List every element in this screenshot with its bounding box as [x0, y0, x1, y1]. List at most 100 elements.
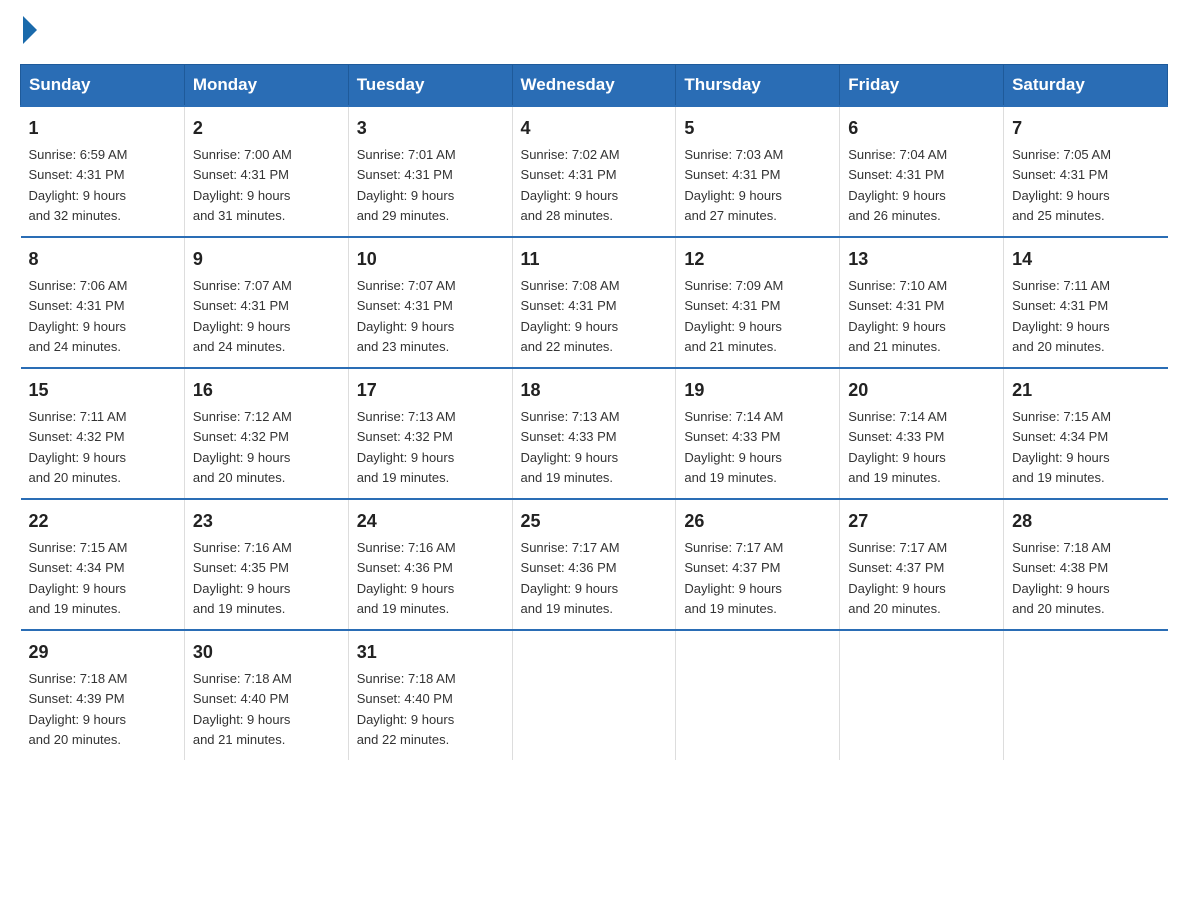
- day-number: 8: [29, 246, 176, 273]
- day-info: Sunrise: 7:07 AMSunset: 4:31 PMDaylight:…: [357, 278, 456, 354]
- calendar-cell: 7 Sunrise: 7:05 AMSunset: 4:31 PMDayligh…: [1004, 106, 1168, 237]
- calendar-cell: 3 Sunrise: 7:01 AMSunset: 4:31 PMDayligh…: [348, 106, 512, 237]
- calendar-cell: 17 Sunrise: 7:13 AMSunset: 4:32 PMDaylig…: [348, 368, 512, 499]
- calendar-header-row: SundayMondayTuesdayWednesdayThursdayFrid…: [21, 65, 1168, 107]
- calendar-cell: 27 Sunrise: 7:17 AMSunset: 4:37 PMDaylig…: [840, 499, 1004, 630]
- day-number: 11: [521, 246, 668, 273]
- day-number: 15: [29, 377, 176, 404]
- calendar-cell: 20 Sunrise: 7:14 AMSunset: 4:33 PMDaylig…: [840, 368, 1004, 499]
- calendar-cell: 19 Sunrise: 7:14 AMSunset: 4:33 PMDaylig…: [676, 368, 840, 499]
- header-tuesday: Tuesday: [348, 65, 512, 107]
- header-friday: Friday: [840, 65, 1004, 107]
- week-row-2: 8 Sunrise: 7:06 AMSunset: 4:31 PMDayligh…: [21, 237, 1168, 368]
- calendar-cell: 12 Sunrise: 7:09 AMSunset: 4:31 PMDaylig…: [676, 237, 840, 368]
- day-info: Sunrise: 7:11 AMSunset: 4:31 PMDaylight:…: [1012, 278, 1110, 354]
- calendar-cell: 8 Sunrise: 7:06 AMSunset: 4:31 PMDayligh…: [21, 237, 185, 368]
- day-number: 27: [848, 508, 995, 535]
- day-info: Sunrise: 7:18 AMSunset: 4:39 PMDaylight:…: [29, 671, 128, 747]
- calendar-cell: 13 Sunrise: 7:10 AMSunset: 4:31 PMDaylig…: [840, 237, 1004, 368]
- week-row-3: 15 Sunrise: 7:11 AMSunset: 4:32 PMDaylig…: [21, 368, 1168, 499]
- day-info: Sunrise: 7:17 AMSunset: 4:37 PMDaylight:…: [848, 540, 947, 616]
- day-info: Sunrise: 7:14 AMSunset: 4:33 PMDaylight:…: [684, 409, 783, 485]
- calendar-cell: 15 Sunrise: 7:11 AMSunset: 4:32 PMDaylig…: [21, 368, 185, 499]
- day-number: 24: [357, 508, 504, 535]
- day-info: Sunrise: 7:09 AMSunset: 4:31 PMDaylight:…: [684, 278, 783, 354]
- calendar-cell: 5 Sunrise: 7:03 AMSunset: 4:31 PMDayligh…: [676, 106, 840, 237]
- day-number: 19: [684, 377, 831, 404]
- calendar-cell: 2 Sunrise: 7:00 AMSunset: 4:31 PMDayligh…: [184, 106, 348, 237]
- calendar-cell: 18 Sunrise: 7:13 AMSunset: 4:33 PMDaylig…: [512, 368, 676, 499]
- calendar-cell: 25 Sunrise: 7:17 AMSunset: 4:36 PMDaylig…: [512, 499, 676, 630]
- day-info: Sunrise: 7:13 AMSunset: 4:32 PMDaylight:…: [357, 409, 456, 485]
- calendar-cell: [676, 630, 840, 760]
- calendar-cell: 4 Sunrise: 7:02 AMSunset: 4:31 PMDayligh…: [512, 106, 676, 237]
- day-number: 20: [848, 377, 995, 404]
- header-thursday: Thursday: [676, 65, 840, 107]
- calendar-cell: [840, 630, 1004, 760]
- page-header: [20, 20, 1168, 44]
- day-info: Sunrise: 7:02 AMSunset: 4:31 PMDaylight:…: [521, 147, 620, 223]
- day-number: 12: [684, 246, 831, 273]
- day-info: Sunrise: 7:05 AMSunset: 4:31 PMDaylight:…: [1012, 147, 1111, 223]
- calendar-table: SundayMondayTuesdayWednesdayThursdayFrid…: [20, 64, 1168, 760]
- calendar-cell: 28 Sunrise: 7:18 AMSunset: 4:38 PMDaylig…: [1004, 499, 1168, 630]
- day-info: Sunrise: 7:04 AMSunset: 4:31 PMDaylight:…: [848, 147, 947, 223]
- day-number: 29: [29, 639, 176, 666]
- day-number: 18: [521, 377, 668, 404]
- day-info: Sunrise: 6:59 AMSunset: 4:31 PMDaylight:…: [29, 147, 128, 223]
- calendar-cell: 9 Sunrise: 7:07 AMSunset: 4:31 PMDayligh…: [184, 237, 348, 368]
- day-number: 22: [29, 508, 176, 535]
- day-info: Sunrise: 7:16 AMSunset: 4:35 PMDaylight:…: [193, 540, 292, 616]
- day-info: Sunrise: 7:17 AMSunset: 4:37 PMDaylight:…: [684, 540, 783, 616]
- day-info: Sunrise: 7:06 AMSunset: 4:31 PMDaylight:…: [29, 278, 128, 354]
- day-info: Sunrise: 7:07 AMSunset: 4:31 PMDaylight:…: [193, 278, 292, 354]
- calendar-cell: 26 Sunrise: 7:17 AMSunset: 4:37 PMDaylig…: [676, 499, 840, 630]
- header-saturday: Saturday: [1004, 65, 1168, 107]
- calendar-cell: 30 Sunrise: 7:18 AMSunset: 4:40 PMDaylig…: [184, 630, 348, 760]
- day-number: 17: [357, 377, 504, 404]
- day-number: 13: [848, 246, 995, 273]
- day-info: Sunrise: 7:15 AMSunset: 4:34 PMDaylight:…: [29, 540, 128, 616]
- logo: [20, 20, 37, 44]
- day-info: Sunrise: 7:17 AMSunset: 4:36 PMDaylight:…: [521, 540, 620, 616]
- calendar-cell: 16 Sunrise: 7:12 AMSunset: 4:32 PMDaylig…: [184, 368, 348, 499]
- header-monday: Monday: [184, 65, 348, 107]
- day-number: 7: [1012, 115, 1159, 142]
- calendar-cell: 21 Sunrise: 7:15 AMSunset: 4:34 PMDaylig…: [1004, 368, 1168, 499]
- day-number: 10: [357, 246, 504, 273]
- day-number: 31: [357, 639, 504, 666]
- day-number: 5: [684, 115, 831, 142]
- day-info: Sunrise: 7:13 AMSunset: 4:33 PMDaylight:…: [521, 409, 620, 485]
- calendar-cell: 14 Sunrise: 7:11 AMSunset: 4:31 PMDaylig…: [1004, 237, 1168, 368]
- day-info: Sunrise: 7:12 AMSunset: 4:32 PMDaylight:…: [193, 409, 292, 485]
- day-number: 26: [684, 508, 831, 535]
- day-number: 21: [1012, 377, 1159, 404]
- day-info: Sunrise: 7:03 AMSunset: 4:31 PMDaylight:…: [684, 147, 783, 223]
- day-info: Sunrise: 7:16 AMSunset: 4:36 PMDaylight:…: [357, 540, 456, 616]
- day-number: 2: [193, 115, 340, 142]
- day-number: 4: [521, 115, 668, 142]
- day-info: Sunrise: 7:10 AMSunset: 4:31 PMDaylight:…: [848, 278, 947, 354]
- header-sunday: Sunday: [21, 65, 185, 107]
- day-info: Sunrise: 7:18 AMSunset: 4:40 PMDaylight:…: [357, 671, 456, 747]
- day-number: 6: [848, 115, 995, 142]
- day-info: Sunrise: 7:11 AMSunset: 4:32 PMDaylight:…: [29, 409, 127, 485]
- day-number: 14: [1012, 246, 1159, 273]
- calendar-cell: [512, 630, 676, 760]
- day-info: Sunrise: 7:01 AMSunset: 4:31 PMDaylight:…: [357, 147, 456, 223]
- calendar-cell: 24 Sunrise: 7:16 AMSunset: 4:36 PMDaylig…: [348, 499, 512, 630]
- calendar-cell: 10 Sunrise: 7:07 AMSunset: 4:31 PMDaylig…: [348, 237, 512, 368]
- calendar-cell: 23 Sunrise: 7:16 AMSunset: 4:35 PMDaylig…: [184, 499, 348, 630]
- day-info: Sunrise: 7:00 AMSunset: 4:31 PMDaylight:…: [193, 147, 292, 223]
- week-row-4: 22 Sunrise: 7:15 AMSunset: 4:34 PMDaylig…: [21, 499, 1168, 630]
- day-info: Sunrise: 7:18 AMSunset: 4:38 PMDaylight:…: [1012, 540, 1111, 616]
- header-wednesday: Wednesday: [512, 65, 676, 107]
- calendar-cell: 29 Sunrise: 7:18 AMSunset: 4:39 PMDaylig…: [21, 630, 185, 760]
- day-number: 16: [193, 377, 340, 404]
- calendar-cell: 22 Sunrise: 7:15 AMSunset: 4:34 PMDaylig…: [21, 499, 185, 630]
- day-number: 28: [1012, 508, 1159, 535]
- day-info: Sunrise: 7:18 AMSunset: 4:40 PMDaylight:…: [193, 671, 292, 747]
- calendar-cell: 11 Sunrise: 7:08 AMSunset: 4:31 PMDaylig…: [512, 237, 676, 368]
- calendar-cell: 31 Sunrise: 7:18 AMSunset: 4:40 PMDaylig…: [348, 630, 512, 760]
- day-info: Sunrise: 7:08 AMSunset: 4:31 PMDaylight:…: [521, 278, 620, 354]
